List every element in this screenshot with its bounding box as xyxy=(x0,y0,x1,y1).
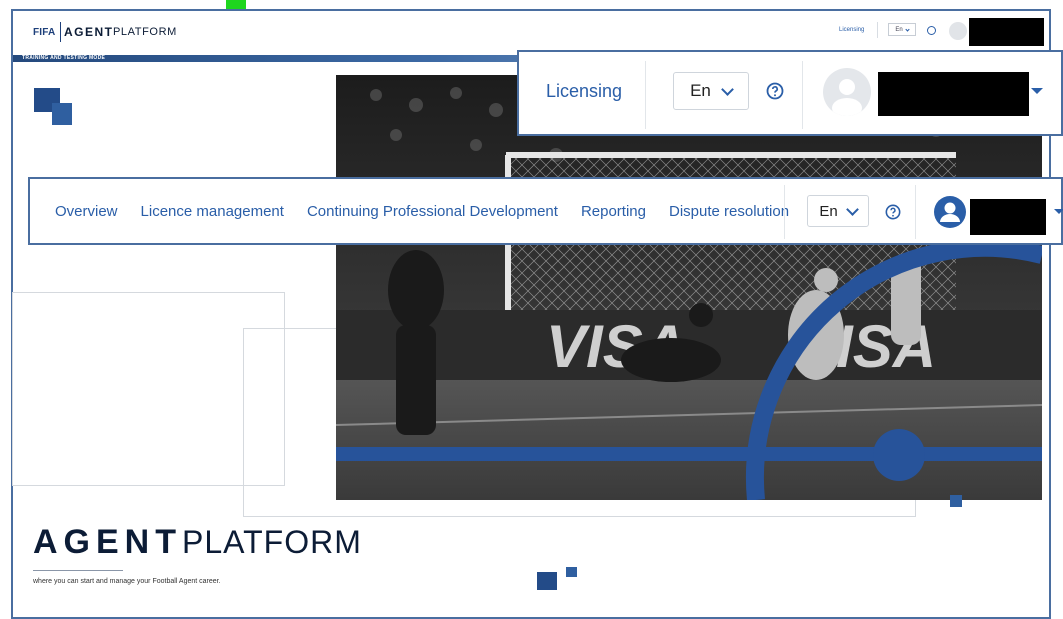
licensing-link[interactable]: Licensing xyxy=(546,81,622,102)
header-separator xyxy=(877,22,878,38)
caret-down-icon[interactable] xyxy=(1031,88,1043,94)
language-select[interactable]: En xyxy=(673,72,749,110)
decorative-square xyxy=(52,103,72,125)
caret-down-icon[interactable] xyxy=(1054,209,1063,214)
language-select[interactable]: En xyxy=(888,23,916,36)
divider-line xyxy=(33,570,123,571)
nav-item-dispute-resolution[interactable]: Dispute resolution xyxy=(669,203,789,220)
hero-brand-platform: PLATFORM xyxy=(182,524,362,560)
redacted-username xyxy=(970,199,1046,235)
header-separator xyxy=(784,185,785,239)
fifa-logo[interactable]: FIFA xyxy=(33,27,55,38)
help-circle-icon[interactable] xyxy=(766,82,784,100)
user-avatar-icon[interactable] xyxy=(934,196,966,228)
nav-item-reporting[interactable]: Reporting xyxy=(581,203,646,220)
licensing-link[interactable]: Licensing xyxy=(839,27,864,33)
redacted-username xyxy=(969,18,1044,46)
language-value: En xyxy=(690,81,711,100)
decorative-square xyxy=(950,495,962,507)
language-value: En xyxy=(895,26,903,33)
hero-tagline: where you can start and manage your Foot… xyxy=(33,578,221,585)
nav-item-cpd[interactable]: Continuing Professional Development xyxy=(307,203,558,220)
user-avatar-icon[interactable] xyxy=(949,22,967,40)
navigation-callout: Overview Licence management Continuing P… xyxy=(28,177,1063,245)
chevron-down-icon xyxy=(905,26,910,32)
nav-item-overview[interactable]: Overview xyxy=(55,203,118,220)
header-separator xyxy=(802,61,803,129)
hero-brand: AGENTPLATFORM xyxy=(33,523,362,562)
language-value: En xyxy=(819,202,838,220)
logo-divider xyxy=(60,22,61,42)
redacted-username xyxy=(878,72,1029,116)
user-avatar-icon[interactable] xyxy=(823,68,871,116)
mode-banner-label: TRAINING AND TESTING MODE xyxy=(22,55,106,61)
top-header: FIFA AGENT PLATFORM Licensing En xyxy=(13,11,1049,53)
logo-agent-text[interactable]: AGENT xyxy=(64,25,114,39)
hero-photo-graphic: VISA VISA xyxy=(336,75,1042,500)
help-circle-icon[interactable] xyxy=(927,26,936,35)
nav-item-licence-management[interactable]: Licence management xyxy=(141,203,284,220)
language-select[interactable]: En xyxy=(807,195,869,227)
hero-brand-agent: AGENT xyxy=(33,523,182,561)
chevron-down-icon xyxy=(845,202,859,216)
hero-photo: VISA VISA xyxy=(336,75,1042,500)
header-separator xyxy=(645,61,646,129)
account-callout: Licensing En xyxy=(517,50,1063,136)
logo-platform-text[interactable]: PLATFORM xyxy=(113,26,177,38)
chevron-down-icon xyxy=(721,82,734,96)
main-nav: Overview Licence management Continuing P… xyxy=(55,203,789,220)
decorative-square xyxy=(537,572,557,590)
decorative-square xyxy=(566,567,577,577)
help-circle-icon[interactable] xyxy=(885,204,901,220)
header-separator xyxy=(915,185,916,239)
